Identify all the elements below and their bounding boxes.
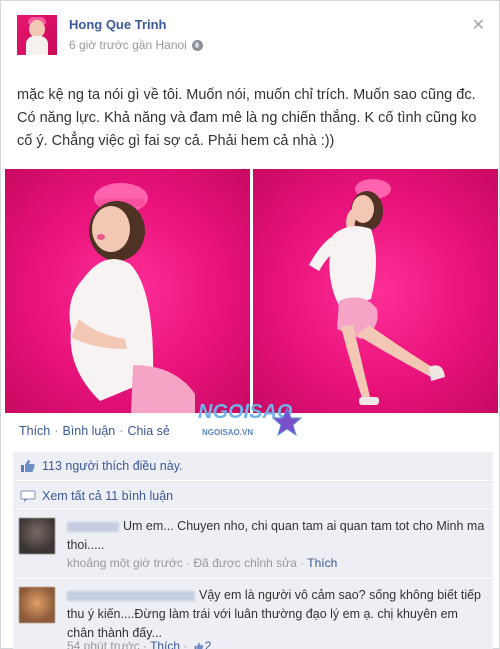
thumbs-up-icon: [194, 643, 203, 649]
status-text: mặc kệ ng ta nói gì về tôi. Muốn nói, mu…: [17, 87, 477, 149]
separator: ·: [54, 424, 59, 438]
separator: ·: [300, 556, 305, 570]
view-all-comments-row[interactable]: Xem tất cả 11 bình luận: [13, 481, 493, 509]
author-name[interactable]: Hong Que Trinh: [69, 17, 167, 32]
thumbs-up-icon: [21, 460, 35, 472]
post-actions: Thích · Bình luận · Chia sẻ: [19, 424, 170, 438]
comment-meta: 54 phút trước · Thích · 2: [67, 639, 211, 649]
comment-link[interactable]: Bình luận: [62, 424, 115, 438]
commenter-name-redacted[interactable]: [67, 521, 119, 532]
comment-body: Vậy em là người vô cảm sao? sống không b…: [67, 586, 487, 643]
like-link[interactable]: Thích: [19, 424, 50, 438]
comment-meta: khoảng một giờ trước · Đã được chỉnh sửa…: [67, 556, 337, 570]
post-photo-1[interactable]: [5, 169, 250, 413]
star-icon: [272, 407, 302, 437]
likes-summary-row[interactable]: 113 người thích điều này.: [13, 452, 493, 480]
comment-like-link[interactable]: Thích: [307, 556, 337, 570]
share-link[interactable]: Chia sẻ: [127, 424, 169, 438]
photo-1-figure: [69, 183, 195, 413]
comment-time[interactable]: khoảng một giờ trước: [67, 556, 183, 570]
author-avatar[interactable]: [17, 15, 57, 55]
close-icon[interactable]: ✕: [472, 15, 485, 35]
news-feed-post: Hong Que Trinh 6 giờ trước gần Hanoi ✕ m…: [0, 0, 500, 649]
comment-text: Um em... Chuyen nho, chi quan tam ai qua…: [67, 519, 485, 552]
post-header: Hong Que Trinh 6 giờ trước gần Hanoi ✕: [17, 15, 489, 59]
photo-2-figure: [309, 179, 445, 405]
comment-time[interactable]: 54 phút trước: [67, 639, 140, 649]
comment-edited-label[interactable]: Đã được chỉnh sửa: [194, 556, 297, 570]
ngoisao-watermark: NGOISAO NGOISAO.VN: [198, 401, 308, 443]
separator: ·: [186, 556, 191, 570]
commenter-name-redacted[interactable]: [67, 590, 195, 601]
likes-count-text[interactable]: 113 người thích điều này.: [42, 459, 183, 473]
comment-body: Um em... Chuyen nho, chi quan tam ai qua…: [67, 517, 487, 555]
comment-like-link[interactable]: Thích: [150, 639, 180, 649]
separator: ·: [142, 639, 147, 649]
post-meta: 6 giờ trước gần Hanoi: [69, 38, 203, 52]
comment-item: Vậy em là người vô cảm sao? sống không b…: [13, 579, 493, 649]
post-time-location[interactable]: 6 giờ trước gần Hanoi: [69, 38, 187, 52]
watermark-domain: NGOISAO.VN: [202, 428, 254, 437]
separator: ·: [119, 424, 124, 438]
commenter-avatar[interactable]: [19, 518, 55, 554]
separator: ·: [183, 639, 188, 649]
view-all-comments-link[interactable]: Xem tất cả 11 bình luận: [42, 489, 173, 503]
post-photo-2[interactable]: [253, 169, 498, 413]
comment-item: Um em... Chuyen nho, chi quan tam ai qua…: [13, 510, 493, 578]
commenter-avatar[interactable]: [19, 587, 55, 623]
comment-bubble-icon: [20, 490, 36, 502]
comment-like-count[interactable]: 2: [205, 639, 212, 649]
globe-icon[interactable]: [191, 39, 203, 51]
